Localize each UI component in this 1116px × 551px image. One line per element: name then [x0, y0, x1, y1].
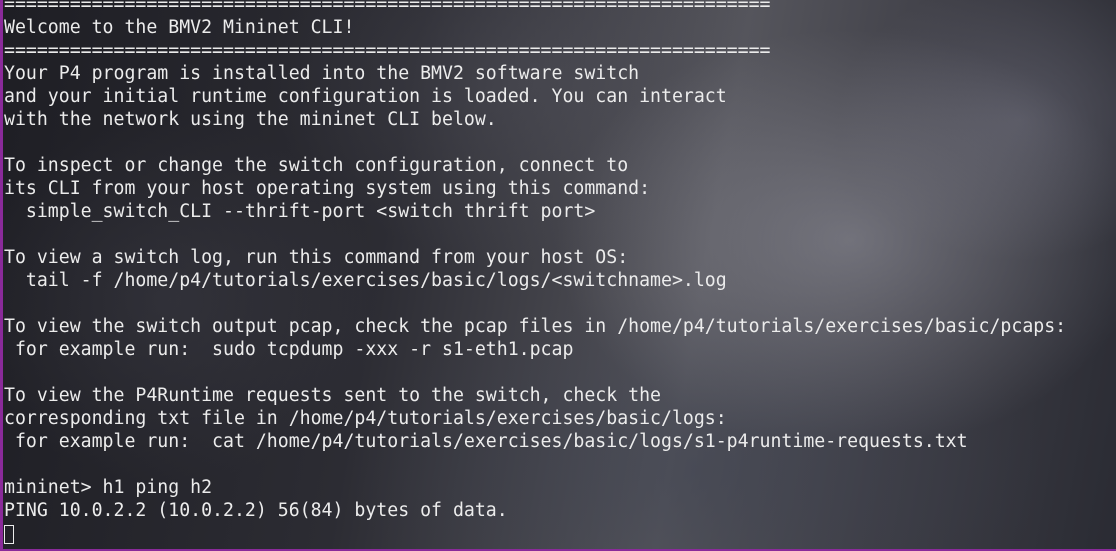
terminal-line: To view the P4Runtime requests sent to t… [4, 385, 661, 406]
terminal-line: To view a switch log, run this command f… [4, 247, 629, 268]
terminal-output: ========================================… [4, 0, 1066, 545]
terminal-line: PING 10.0.2.2 (10.0.2.2) 56(84) bytes of… [4, 500, 508, 521]
terminal-line: Welcome to the BMV2 Mininet CLI! [4, 17, 355, 38]
terminal-line: To inspect or change the switch configur… [4, 155, 629, 176]
terminal-line: for example run: sudo tcpdump -xxx -r s1… [4, 339, 574, 360]
terminal-prompt-line: mininet> h1 ping h2 [4, 477, 213, 498]
terminal-line: for example run: cat /home/p4/tutorials/… [4, 431, 968, 452]
text-cursor [4, 525, 14, 544]
terminal-line: ========================================… [4, 0, 771, 15]
terminal-line: To view the switch output pcap, check th… [4, 316, 1067, 337]
terminal-line: Your P4 program is installed into the BM… [4, 63, 640, 84]
terminal-line: with the network using the mininet CLI b… [4, 109, 497, 130]
terminal-window[interactable]: ========================================… [0, 0, 1116, 551]
terminal-line: its CLI from your host operating system … [4, 178, 651, 199]
window-left-border [0, 0, 3, 551]
terminal-input-line[interactable] [4, 522, 1066, 545]
terminal-line: ========================================… [4, 40, 771, 61]
terminal-line: tail -f /home/p4/tutorials/exercises/bas… [4, 270, 727, 291]
terminal-line: corresponding txt file in /home/p4/tutor… [4, 408, 727, 429]
terminal-line: and your initial runtime configuration i… [4, 86, 727, 107]
terminal-line: simple_switch_CLI --thrift-port <switch … [4, 201, 596, 222]
